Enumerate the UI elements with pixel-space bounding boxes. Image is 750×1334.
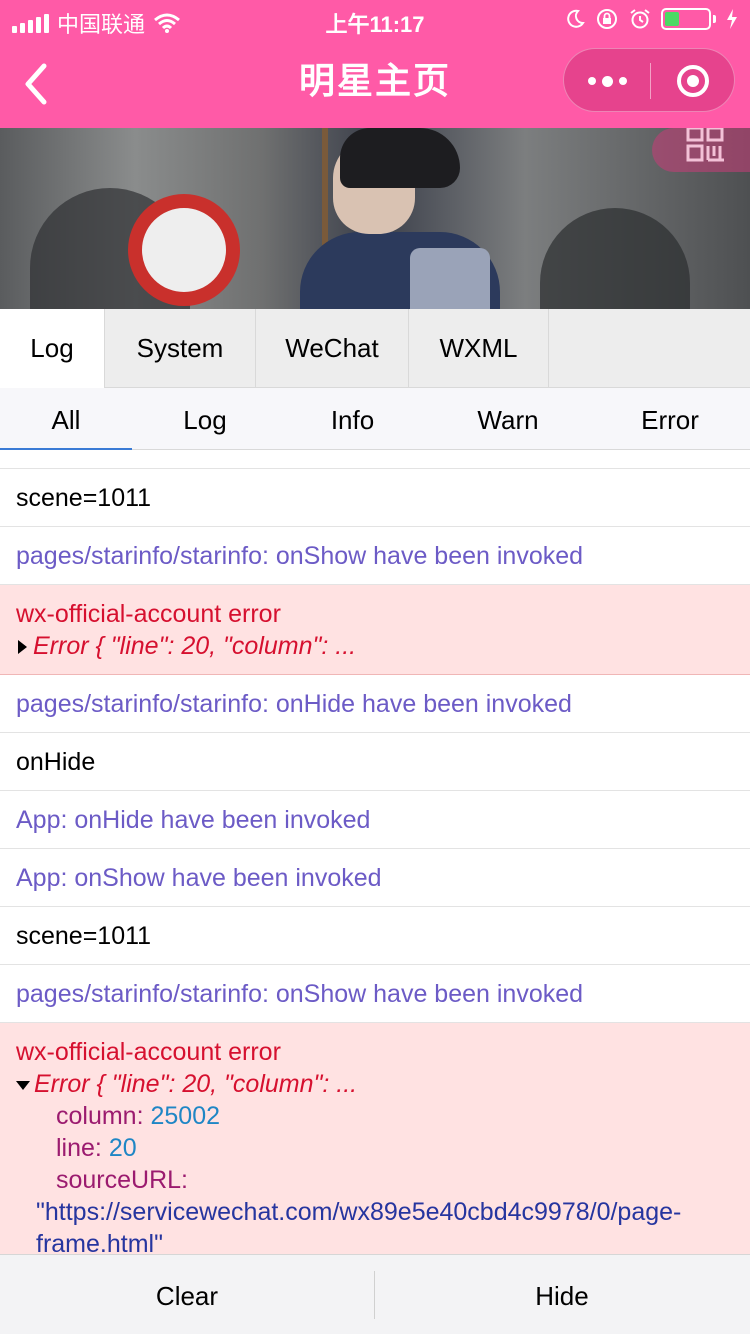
- rotation-lock-icon: [597, 9, 617, 29]
- log-row: App: onShow have been invoked: [0, 849, 750, 907]
- log-row: scene=1011: [0, 469, 750, 527]
- road-sign: [128, 194, 240, 306]
- battery-icon: [661, 8, 711, 30]
- error-prop-sourceurl-value: "https://servicewechat.com/wx89e5e40cbd4…: [36, 1198, 682, 1226]
- tab-wxml[interactable]: WXML: [409, 309, 549, 388]
- log-row: pages/starinfo/starinfo: onShow have bee…: [0, 965, 750, 1023]
- info-text: App: onHide have been invoked: [16, 806, 371, 834]
- close-miniprogram-button[interactable]: [650, 49, 736, 113]
- filter-warn[interactable]: Warn: [440, 388, 576, 450]
- capsule-menu: [563, 48, 735, 112]
- error-log-row-expanded: wx-official-account error Error { "line"…: [0, 1023, 750, 1254]
- error-log-row: wx-official-account error Error { "line"…: [0, 585, 750, 675]
- log-row: pages/starinfo/starinfo: onHide have bee…: [0, 675, 750, 733]
- filter-all[interactable]: All: [0, 388, 132, 450]
- log-list[interactable]: scene=1011 pages/starinfo/starinfo: onSh…: [0, 451, 750, 1254]
- info-text: pages/starinfo/starinfo: onShow have bee…: [16, 980, 584, 1008]
- star-banner-photo: [0, 128, 750, 309]
- charging-icon: [727, 9, 737, 29]
- error-prop-line: line: 20: [56, 1134, 137, 1162]
- active-filter-indicator: [0, 448, 132, 450]
- status-right: [565, 7, 738, 31]
- nav-bar: 明星主页: [0, 40, 750, 128]
- info-text: App: onShow have been invoked: [16, 864, 382, 892]
- vconsole-tabs: Log System WeChat WXML: [0, 309, 750, 388]
- clear-button[interactable]: Clear: [0, 1255, 374, 1334]
- log-row: pages/starinfo/starinfo: onShow have bee…: [0, 527, 750, 585]
- error-title: wx-official-account error: [16, 1038, 281, 1066]
- qr-code-button[interactable]: [652, 128, 750, 172]
- info-text: pages/starinfo/starinfo: onShow have bee…: [16, 542, 584, 570]
- vconsole-bottom-bar: Clear Hide: [0, 1254, 750, 1334]
- tab-wechat[interactable]: WeChat: [256, 309, 409, 388]
- expand-arrow-icon: [18, 640, 27, 655]
- battery-tip: [713, 15, 716, 23]
- status-bar: 中国联通 上午11:17: [0, 0, 750, 40]
- moon-icon: [567, 9, 585, 28]
- filter-info[interactable]: Info: [290, 388, 415, 450]
- log-row-partial: [0, 451, 750, 469]
- filter-log[interactable]: Log: [140, 388, 270, 450]
- more-dots-icon: [601, 75, 613, 87]
- error-prop-column: column: 25002: [56, 1102, 221, 1130]
- collapse-arrow-icon: [16, 1080, 30, 1090]
- log-row: scene=1011: [0, 907, 750, 965]
- screen: 中国联通 上午11:17 明星主页 Log System WeChat WXML…: [0, 0, 750, 1334]
- error-detail-toggle[interactable]: Error { "line": 20, "column": ...: [16, 1069, 357, 1099]
- log-text: onHide: [16, 748, 96, 776]
- error-prop-sourceurl-key: sourceURL:: [56, 1166, 188, 1194]
- error-detail: Error { "line": 20, "column": ...: [33, 632, 357, 660]
- log-row: App: onHide have been invoked: [0, 791, 750, 849]
- filter-error[interactable]: Error: [600, 388, 740, 450]
- error-detail: Error { "line": 20, "column": ...: [34, 1070, 358, 1098]
- error-detail-toggle[interactable]: Error { "line": 20, "column": ...: [18, 631, 356, 661]
- alarm-icon: [630, 9, 650, 29]
- log-text: scene=1011: [16, 484, 152, 512]
- log-filter-bar: All Log Info Warn Error: [0, 388, 750, 450]
- tab-log[interactable]: Log: [0, 309, 105, 388]
- log-row: onHide: [0, 733, 750, 791]
- error-prop-sourceurl-value-cont: frame.html": [36, 1230, 163, 1254]
- log-text: scene=1011: [16, 922, 152, 950]
- more-button[interactable]: [564, 49, 650, 113]
- tab-system[interactable]: System: [105, 309, 256, 388]
- error-title: wx-official-account error: [16, 600, 281, 628]
- hide-button[interactable]: Hide: [375, 1255, 749, 1334]
- qr-code-icon: [686, 128, 724, 162]
- info-text: pages/starinfo/starinfo: onHide have bee…: [16, 690, 572, 718]
